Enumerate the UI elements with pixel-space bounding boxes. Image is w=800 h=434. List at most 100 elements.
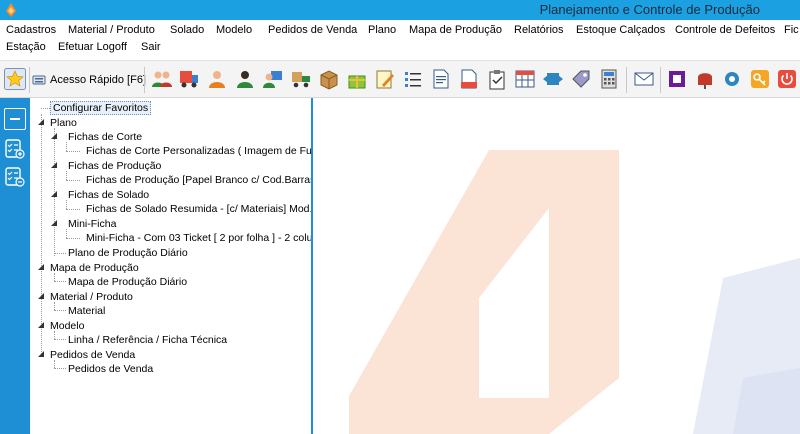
reports-button[interactable] [665, 67, 689, 91]
package-button[interactable] [317, 67, 341, 91]
gift-button[interactable] [345, 67, 369, 91]
checklist-add-button[interactable] [4, 138, 26, 160]
expanded-arrow-icon [38, 293, 44, 299]
calculator-button[interactable] [597, 67, 621, 91]
tree-node-root[interactable]: Configurar Favoritos [30, 101, 311, 115]
shipping-button[interactable] [289, 67, 313, 91]
menu-estoque-calcados[interactable]: Estoque Calçados [576, 22, 665, 39]
collapse-button[interactable] [4, 108, 26, 130]
tree-node-fichas-de-corte[interactable]: Fichas de Corte [30, 130, 311, 144]
tree-node-label: Fichas de Produção [Papel Branco c/ Cod.… [86, 174, 313, 186]
toolbar-separator [660, 67, 661, 93]
tree-node-plano-de-producao-diario[interactable]: Plano de Produção Diário [30, 246, 311, 260]
menu-cadastros[interactable]: Cadastros [6, 22, 56, 39]
menu-pedidos-de-venda[interactable]: Pedidos de Venda [268, 22, 357, 39]
tree-node-fichas-de-solado-resumida[interactable]: Fichas de Solado Resumida - [c/ Materiai… [30, 202, 311, 216]
menu-material-produto[interactable]: Material / Produto [68, 22, 155, 39]
tree-node-plano[interactable]: Plano [30, 116, 311, 130]
email-button[interactable] [632, 67, 656, 91]
tree-node-label: Mini-Ficha [68, 218, 117, 230]
expanded-arrow-icon [38, 264, 44, 270]
menu-solado[interactable]: Solado [170, 22, 204, 39]
tree-node-label: Pedidos de Venda [68, 363, 154, 375]
supplier-icon [263, 71, 282, 88]
menu-estacao[interactable]: Estação [6, 39, 46, 56]
toolbar-separator [626, 67, 627, 93]
gear-icon [725, 72, 739, 86]
tree-node-mini-ficha-03-ticket[interactable]: Mini-Ficha - Com 03 Ticket [ 2 por folha… [30, 231, 313, 245]
quick-access-button[interactable]: Acesso Rápido [F6] [32, 70, 146, 90]
tag-icon [572, 70, 590, 88]
left-rail [0, 98, 30, 434]
clipboard-button[interactable] [485, 67, 509, 91]
tree-node-label: Pedidos de Venda [50, 349, 136, 361]
client-button[interactable] [233, 67, 257, 91]
auto-document-button[interactable] [457, 67, 481, 91]
tree-node-mapa-de-producao-diario[interactable]: Mapa de Produção Diário [30, 275, 311, 289]
tree-node-label: Mini-Ficha - Com 03 Ticket [ 2 por folha… [86, 232, 313, 244]
transfer-button[interactable] [541, 67, 565, 91]
clipboard-icon [489, 70, 505, 90]
toolbar: Acesso Rápido [F6] [0, 60, 800, 98]
tree-node-label: Fichas de Corte Personalizadas ( Imagem … [86, 145, 313, 157]
menu-bar: Cadastros Material / Produto Solado Mode… [0, 20, 800, 58]
keyboard-icon [32, 75, 46, 85]
calendar-grid-icon [515, 70, 535, 88]
mailbox-button[interactable] [693, 67, 717, 91]
tree-node-label: Plano de Produção Diário [68, 247, 188, 259]
tree-node-material-produto[interactable]: Material / Produto [30, 290, 311, 304]
tree-node-pedidos-de-venda-child[interactable]: Pedidos de Venda [30, 362, 311, 376]
tree-node-label: Configurar Favoritos [50, 101, 152, 115]
document-button[interactable] [429, 67, 453, 91]
favorites-star-button[interactable] [3, 67, 27, 91]
truck-icon [180, 71, 198, 88]
tree-node-modelo[interactable]: Modelo [30, 319, 311, 333]
app-window: Planejamento e Controle de Produção Cada… [0, 0, 800, 434]
settings-button[interactable] [720, 67, 744, 91]
users-button[interactable] [150, 67, 174, 91]
tree-node-pedidos-de-venda[interactable]: Pedidos de Venda [30, 348, 311, 362]
menu-modelo[interactable]: Modelo [216, 22, 252, 39]
expanded-arrow-icon [38, 351, 44, 357]
tree-node-label: Mapa de Produção [50, 262, 139, 274]
person-button[interactable] [205, 67, 229, 91]
key-icon [751, 70, 769, 88]
tag-button[interactable] [569, 67, 593, 91]
menu-controle-de-defeitos[interactable]: Controle de Defeitos [675, 22, 775, 39]
menu-sair[interactable]: Sair [141, 39, 161, 56]
report-icon [669, 71, 685, 87]
supplier-button[interactable] [261, 67, 285, 91]
calculator-icon [601, 69, 617, 89]
tree-node-fichas-de-producao[interactable]: Fichas de Produção [30, 159, 311, 173]
main-content-area [313, 98, 800, 434]
tree-node-material[interactable]: Material [30, 304, 311, 318]
tree-node-label: Material [68, 305, 106, 317]
tree-node-mapa-de-producao[interactable]: Mapa de Produção [30, 261, 311, 275]
list-button[interactable] [401, 67, 425, 91]
tree-node-fichas-de-corte-personalizadas[interactable]: Fichas de Corte Personalizadas ( Imagem … [30, 144, 313, 158]
mailbox-icon [698, 73, 712, 89]
truck-button[interactable] [177, 67, 201, 91]
menu-relatorios[interactable]: Relatórios [514, 22, 564, 39]
box-truck-icon [292, 72, 310, 88]
tree-node-label: Linha / Referência / Ficha Técnica [68, 334, 228, 346]
checklist-remove-button[interactable] [4, 166, 26, 188]
tree-node-linha-referencia[interactable]: Linha / Referência / Ficha Técnica [30, 333, 311, 347]
menu-mapa-de-producao[interactable]: Mapa de Produção [409, 22, 502, 39]
tree-node-fichas-de-solado[interactable]: Fichas de Solado [30, 188, 311, 202]
tree-node-label: Plano [50, 117, 77, 129]
menu-plano[interactable]: Plano [368, 22, 396, 39]
expanded-arrow-icon [51, 191, 57, 197]
expanded-arrow-icon [51, 220, 57, 226]
checklist-add-icon [5, 139, 25, 159]
tree-node-mini-ficha[interactable]: Mini-Ficha [30, 217, 311, 231]
menu-efetuar-logoff[interactable]: Efetuar Logoff [58, 39, 127, 56]
key-button[interactable] [748, 67, 772, 91]
edit-note-button[interactable] [373, 67, 397, 91]
tree-node-fichas-de-producao-papel-branco[interactable]: Fichas de Produção [Papel Branco c/ Cod.… [30, 173, 313, 187]
menu-fichas-truncated[interactable]: Fic [784, 22, 799, 39]
minus-icon [10, 118, 20, 120]
list-icon [405, 72, 421, 87]
power-off-button[interactable] [775, 67, 799, 91]
calendar-grid-button[interactable] [513, 67, 537, 91]
